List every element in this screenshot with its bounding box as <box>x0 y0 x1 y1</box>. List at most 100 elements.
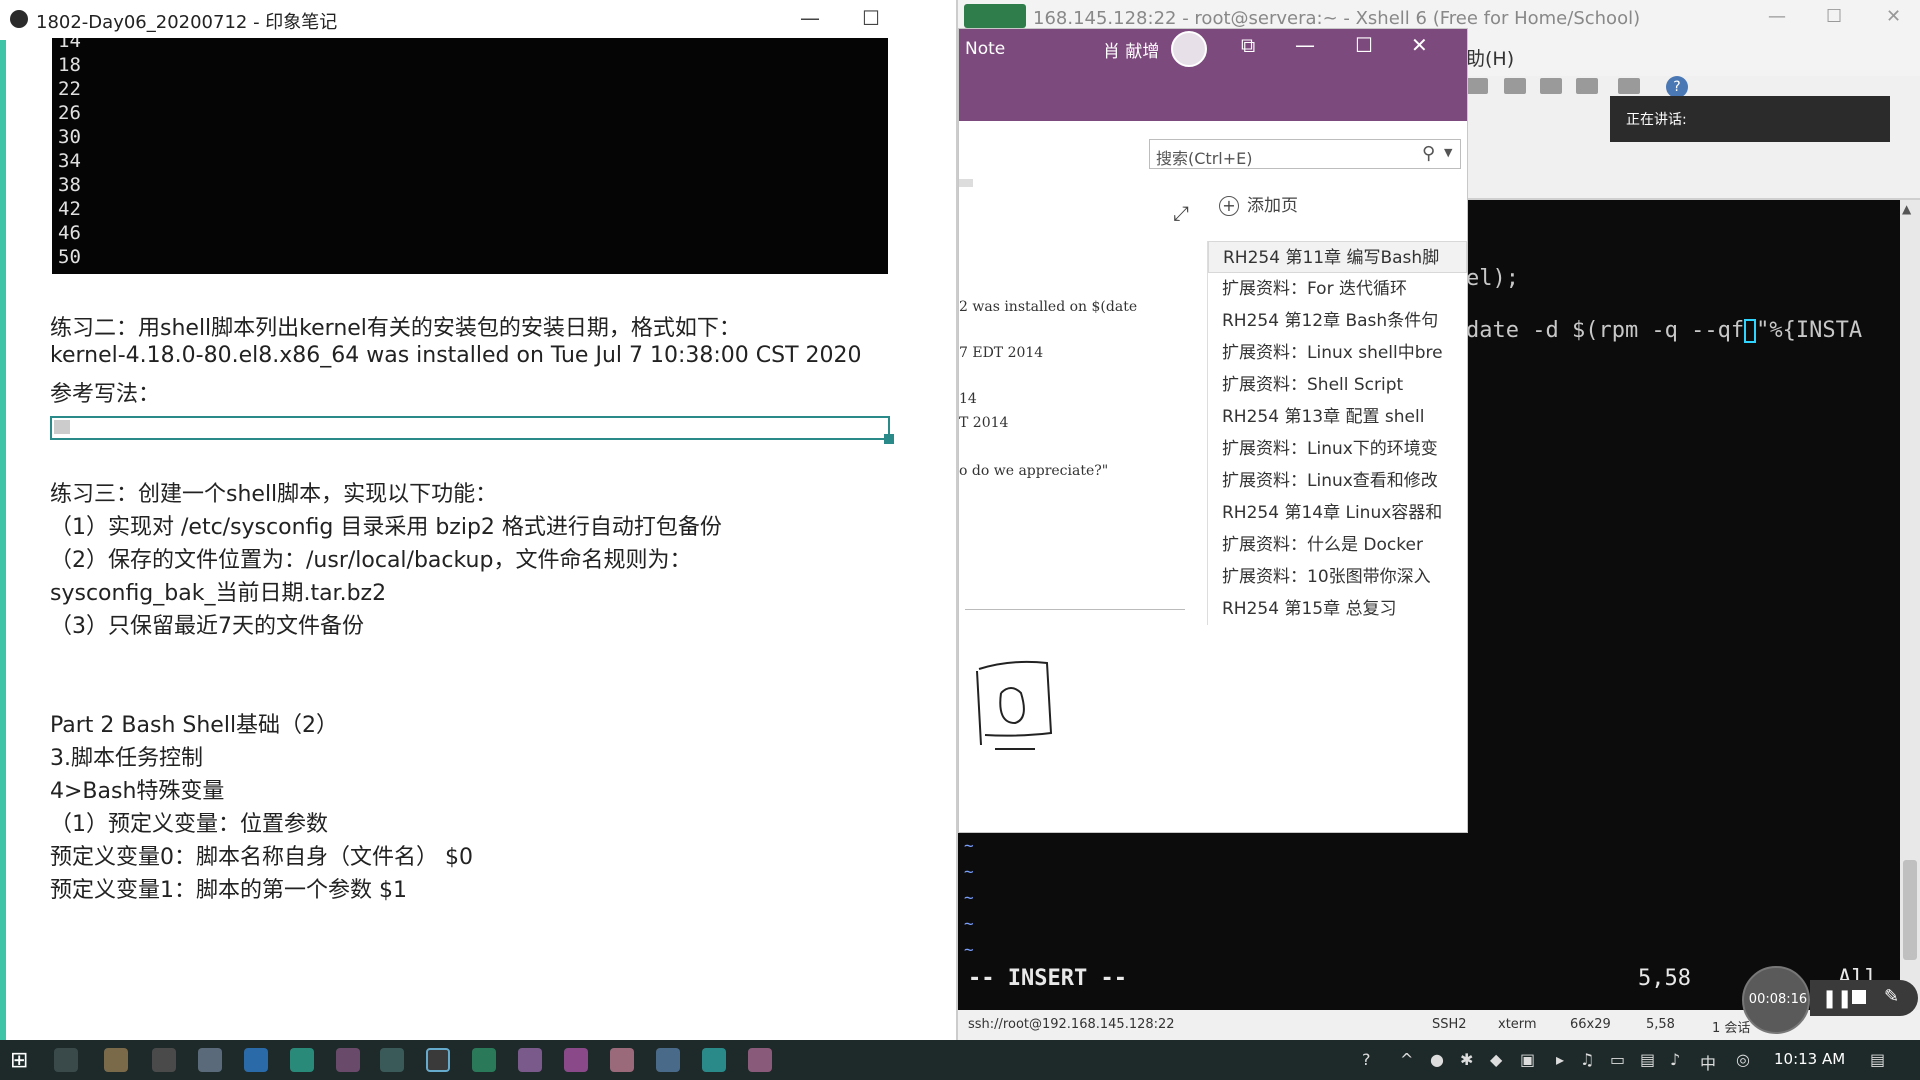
fullscreen-icon[interactable]: ⧉ <box>1241 33 1255 57</box>
page-item[interactable]: 扩展资料：Shell Script <box>1208 369 1467 401</box>
page-item[interactable]: 扩展资料：Linux查看和修改 <box>1208 465 1467 497</box>
maximize-icon[interactable]: ☐ <box>862 6 880 30</box>
app-icon[interactable] <box>198 1048 222 1072</box>
output-line: 18 <box>58 54 81 76</box>
status-protocol: SSH2 <box>1432 1017 1467 1032</box>
app-icon[interactable] <box>152 1048 176 1072</box>
page-item[interactable]: RH254 第11章 编写Bash脚 <box>1208 241 1467 273</box>
note-line: sysconfig_bak_当前日期.tar.bz2 <box>50 581 387 606</box>
session-box[interactable]: 正在讲话: <box>1610 96 1890 142</box>
help-icon[interactable]: ? <box>1666 76 1688 98</box>
tray-app-icon[interactable]: ◎ <box>1736 1050 1750 1069</box>
app-icon[interactable] <box>290 1048 314 1072</box>
page-item[interactable]: RH254 第15章 总复习 <box>1208 593 1467 625</box>
close-icon[interactable]: ✕ <box>1886 6 1901 27</box>
vim-empty-line-marker: ~ <box>964 888 974 907</box>
microphone-icon[interactable]: ♫ <box>1580 1050 1594 1069</box>
volume-icon[interactable]: ♪ <box>1670 1050 1680 1069</box>
terminal-cursor <box>1744 319 1757 343</box>
pen-icon[interactable]: ✎ <box>1884 986 1899 1007</box>
terminal-scrollbar[interactable]: ▲ <box>1900 200 1920 1010</box>
screen-recorder-widget: 00:08:16 ❚❚ ✎ <box>1742 966 1920 1038</box>
app-icon[interactable] <box>702 1048 726 1072</box>
network-icon[interactable]: ▤ <box>1640 1050 1655 1069</box>
search-icon[interactable]: ⚲ <box>1422 143 1435 164</box>
tray-app-icon[interactable]: ◆ <box>1490 1050 1502 1069</box>
note-line: 预定义变量0：脚本名称自身（文件名） $0 <box>50 845 473 870</box>
close-icon[interactable]: ✕ <box>1411 33 1428 57</box>
task-view-icon[interactable] <box>54 1048 78 1072</box>
evernote-titlebar[interactable]: 1802-Day06_20200712 - 印象笔记 — ☐ <box>0 0 956 38</box>
onenote-user-name[interactable]: 肖 献增 <box>1103 37 1159 62</box>
xshell-taskbar-icon[interactable] <box>472 1048 496 1072</box>
search-input[interactable]: 搜索(Ctrl+E) ⚲ ▼ <box>1149 139 1461 169</box>
chevron-down-icon[interactable]: ▼ <box>1444 146 1452 159</box>
evernote-taskbar-icon[interactable] <box>426 1048 450 1072</box>
page-item[interactable]: 扩展资料：Linux shell中bre <box>1208 337 1467 369</box>
onenote-header: Note 肖 献增 ⧉ — ☐ ✕ <box>959 29 1467 121</box>
page-item[interactable]: RH254 第13章 配置 shell <box>1208 401 1467 433</box>
chevron-up-icon[interactable]: ^ <box>1400 1050 1413 1069</box>
input-method-icon[interactable]: 中 <box>1700 1050 1716 1074</box>
terminal-output-image: 14 18 22 26 30 34 38 42 46 50 <box>52 38 888 274</box>
toolbar-icon[interactable] <box>1466 78 1488 94</box>
windows-start-icon[interactable]: ⊞ <box>10 1048 28 1073</box>
tray-app-icon[interactable]: ● <box>1430 1050 1444 1069</box>
app-icon[interactable] <box>380 1048 404 1072</box>
toolbar-icon[interactable] <box>1504 78 1526 94</box>
help-icon[interactable]: ? <box>1362 1050 1371 1069</box>
maximize-icon[interactable]: ☐ <box>1355 33 1373 57</box>
page-item[interactable]: 扩展资料：Linux下的环境变 <box>1208 433 1467 465</box>
page-item[interactable]: 扩展资料：For 迭代循环 <box>1208 273 1467 305</box>
app-icon[interactable] <box>518 1048 542 1072</box>
add-page-button[interactable]: + 添加页 <box>1219 191 1298 216</box>
vim-cursor-position: 5,58 <box>1638 966 1691 991</box>
file-explorer-icon[interactable] <box>104 1048 128 1072</box>
stop-icon[interactable] <box>1852 990 1866 1004</box>
snippet-line: 2 was installed on $(date <box>959 299 1138 315</box>
status-size: 66x29 <box>1570 1017 1611 1032</box>
code-block[interactable] <box>50 416 894 444</box>
onenote-taskbar-icon[interactable] <box>564 1048 588 1072</box>
minimize-icon[interactable]: — <box>800 6 820 30</box>
minimize-icon[interactable]: — <box>1768 6 1786 27</box>
app-icon[interactable] <box>610 1048 634 1072</box>
notebook-nav-marker <box>959 179 973 187</box>
page-item[interactable]: 扩展资料：10张图带你深入 <box>1208 561 1467 593</box>
minimize-icon[interactable]: — <box>1295 33 1315 57</box>
edge-icon[interactable] <box>244 1048 268 1072</box>
page-item[interactable]: RH254 第12章 Bash条件句 <box>1208 305 1467 337</box>
resize-handle[interactable] <box>884 434 894 444</box>
app-icon[interactable] <box>656 1048 680 1072</box>
tray-app-icon[interactable]: ✱ <box>1460 1050 1473 1069</box>
recorder-time: 00:08:16 <box>1748 992 1808 1007</box>
handwritten-drawing <box>976 660 1053 750</box>
output-line: 22 <box>58 78 81 100</box>
toolbar-icon[interactable] <box>1576 78 1598 94</box>
xshell-tab-icon[interactable] <box>964 4 1026 28</box>
app-icon[interactable] <box>336 1048 360 1072</box>
menu-help[interactable]: 助(H) <box>1466 44 1514 71</box>
expand-icon[interactable]: ⤢ <box>1173 201 1189 225</box>
tray-app-icon[interactable]: ▸ <box>1556 1050 1564 1069</box>
tray-app-icon[interactable]: ▣ <box>1520 1050 1535 1069</box>
page-list: RH254 第11章 编写Bash脚 扩展资料：For 迭代循环 RH254 第… <box>1207 241 1467 625</box>
pause-icon[interactable]: ❚❚ <box>1822 988 1852 1009</box>
notification-icon[interactable]: ▤ <box>1870 1050 1885 1069</box>
maximize-icon[interactable]: ☐ <box>1826 6 1842 27</box>
app-icon[interactable] <box>748 1048 772 1072</box>
output-line: 34 <box>58 150 81 172</box>
scroll-thumb[interactable] <box>1903 860 1917 960</box>
note-line: 练习三：创建一个shell脚本，实现以下功能： <box>50 482 498 507</box>
snippet-line: 14 <box>959 391 977 407</box>
note-line: 练习二：用shell脚本列出kernel有关的安装包的安装日期，格式如下： <box>50 316 741 341</box>
toolbar-icon[interactable] <box>1540 78 1562 94</box>
scroll-up-icon[interactable]: ▲ <box>1902 202 1911 216</box>
avatar[interactable] <box>1171 31 1207 67</box>
page-item[interactable]: 扩展资料：什么是 Docker <box>1208 529 1467 561</box>
add-page-label: 添加页 <box>1247 196 1298 216</box>
clock[interactable]: 10:13 AM <box>1774 1050 1845 1068</box>
battery-icon[interactable]: ▭ <box>1610 1050 1625 1069</box>
page-item[interactable]: RH254 第14章 Linux容器和 <box>1208 497 1467 529</box>
toolbar-icon[interactable] <box>1618 78 1640 94</box>
